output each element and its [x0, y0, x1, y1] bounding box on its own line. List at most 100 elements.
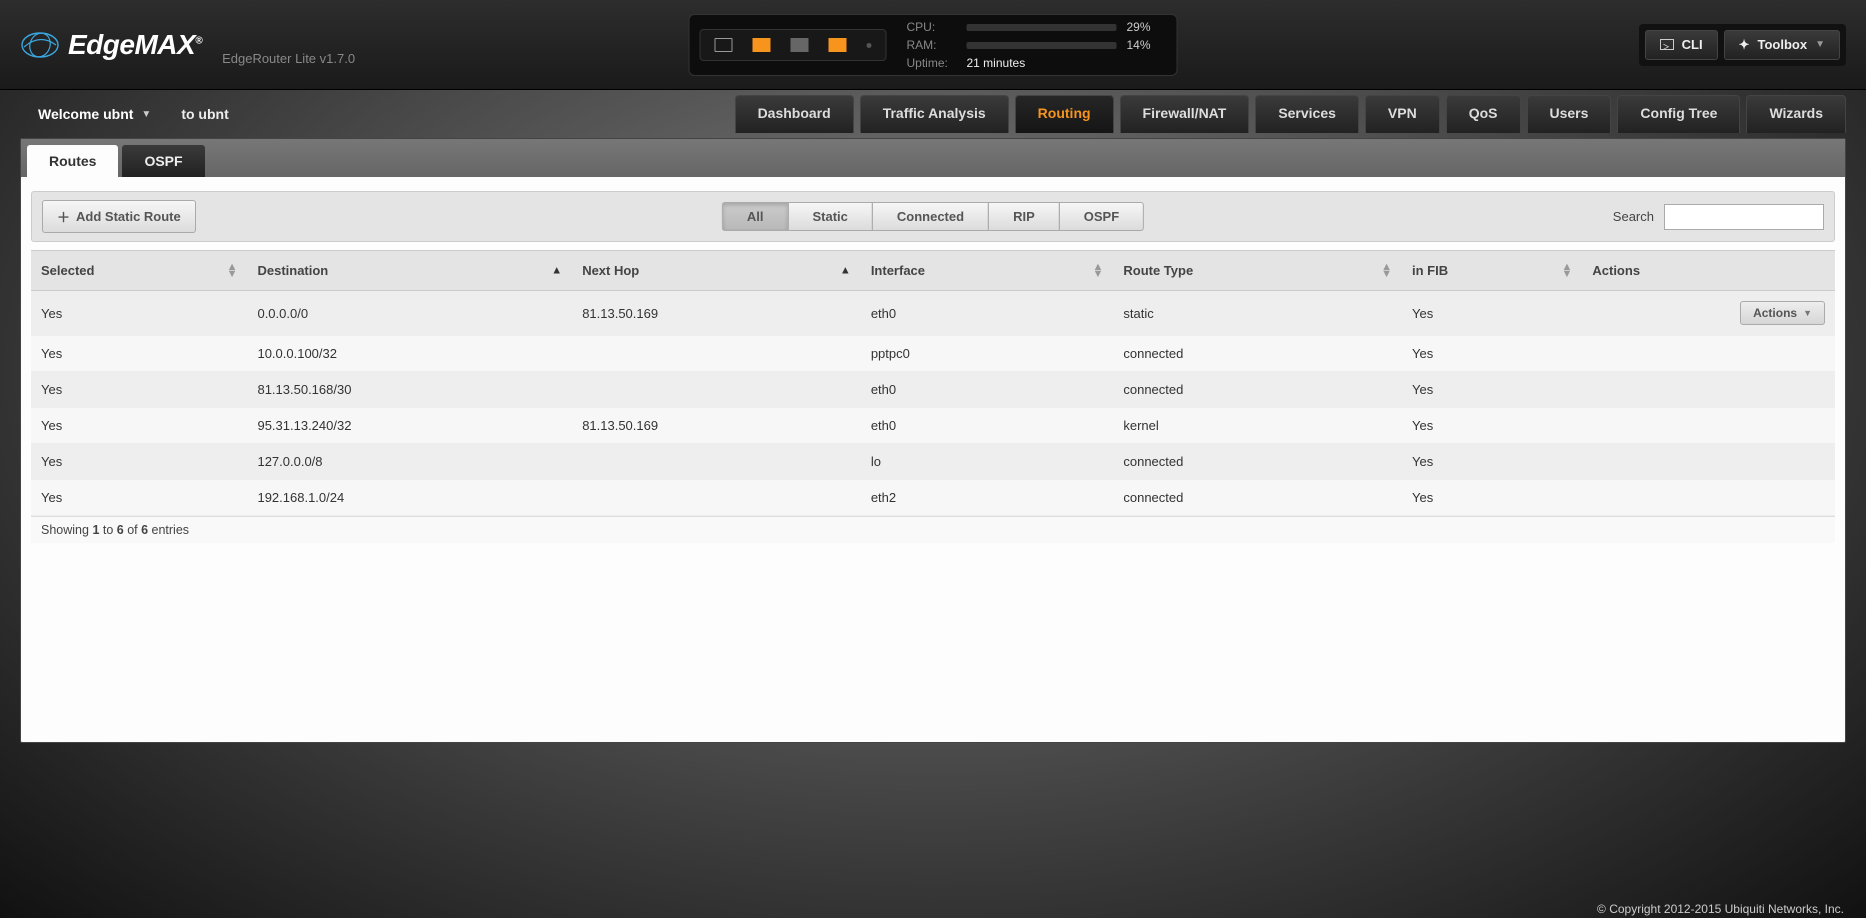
- table-cell-actions: [1582, 444, 1835, 480]
- col-routetype[interactable]: Route Type▲▼: [1113, 251, 1402, 291]
- table-cell: 81.13.50.168/30: [247, 372, 572, 408]
- table-cell: connected: [1113, 372, 1402, 408]
- table-cell: pptpc0: [861, 336, 1114, 372]
- table-cell: Yes: [1402, 372, 1582, 408]
- table-cell: connected: [1113, 444, 1402, 480]
- tab-firewall-nat[interactable]: Firewall/NAT: [1120, 95, 1250, 133]
- status-dot-icon: [867, 43, 872, 48]
- table-cell: Yes: [31, 480, 247, 516]
- filter-rip[interactable]: RIP: [988, 202, 1060, 231]
- terminal-icon: ＞: [1660, 39, 1674, 50]
- table-cell: 95.31.13.240/32: [247, 408, 572, 444]
- globe-icon: [20, 25, 60, 65]
- col-nexthop[interactable]: Next Hop▲: [572, 251, 861, 291]
- table-cell: Yes: [1402, 336, 1582, 372]
- tab-dashboard[interactable]: Dashboard: [735, 95, 854, 133]
- tab-users[interactable]: Users: [1527, 95, 1612, 133]
- eth2-port-icon: [829, 38, 847, 52]
- table-row: Yes95.31.13.240/3281.13.50.169eth0kernel…: [31, 408, 1835, 444]
- table-row: Yes10.0.0.100/32pptpc0connectedYes: [31, 336, 1835, 372]
- table-cell: [572, 444, 861, 480]
- subtab-routes[interactable]: Routes: [27, 145, 118, 177]
- table-row: Yes192.168.1.0/24eth2connectedYes: [31, 480, 1835, 516]
- add-static-route-button[interactable]: ＋ Add Static Route: [42, 200, 196, 233]
- table-cell-actions: [1582, 408, 1835, 444]
- table-cell-actions: [1582, 372, 1835, 408]
- tab-wizards[interactable]: Wizards: [1746, 95, 1846, 133]
- table-cell: 81.13.50.169: [572, 408, 861, 444]
- col-actions: Actions: [1582, 251, 1835, 291]
- system-stats: CPU: 29% RAM: 14% Uptime: 21 minutes: [907, 18, 1167, 72]
- col-selected[interactable]: Selected▲▼: [31, 251, 247, 291]
- uptime-value: 21 minutes: [967, 56, 1026, 70]
- table-cell: eth2: [861, 480, 1114, 516]
- table-cell: [572, 480, 861, 516]
- col-infib[interactable]: in FIB▲▼: [1402, 251, 1582, 291]
- ram-bar: [967, 42, 1117, 49]
- tab-vpn[interactable]: VPN: [1365, 95, 1440, 133]
- console-port-icon: [715, 38, 733, 52]
- table-cell: [572, 372, 861, 408]
- welcome-to: to ubnt: [181, 106, 228, 122]
- filter-static[interactable]: Static: [787, 202, 872, 231]
- col-interface[interactable]: Interface▲▼: [861, 251, 1114, 291]
- table-cell: Yes: [31, 291, 247, 336]
- table-cell: connected: [1113, 480, 1402, 516]
- filter-connected[interactable]: Connected: [872, 202, 989, 231]
- filter-ospf[interactable]: OSPF: [1059, 202, 1144, 231]
- table-cell: lo: [861, 444, 1114, 480]
- table-cell: 192.168.1.0/24: [247, 480, 572, 516]
- filter-all[interactable]: All: [722, 202, 789, 231]
- table-cell-actions: [1582, 480, 1835, 516]
- plus-icon: ＋: [57, 207, 70, 226]
- uptime-label: Uptime:: [907, 56, 957, 70]
- subtab-ospf[interactable]: OSPF: [122, 145, 204, 177]
- tab-traffic-analysis[interactable]: Traffic Analysis: [860, 95, 1009, 133]
- table-cell: static: [1113, 291, 1402, 336]
- table-cell: Yes: [31, 336, 247, 372]
- table-cell: [572, 336, 861, 372]
- table-cell: kernel: [1113, 408, 1402, 444]
- cli-label: CLI: [1682, 37, 1703, 52]
- content-panel: RoutesOSPF ＋ Add Static Route AllStaticC…: [20, 138, 1846, 743]
- app-header: EdgeMAX® EdgeRouter Lite v1.7.0 CPU: 29%…: [0, 0, 1866, 90]
- port-status-box: [700, 29, 887, 61]
- brand-name-a: Edge: [68, 29, 134, 60]
- table-row: Yes81.13.50.168/30eth0connectedYes: [31, 372, 1835, 408]
- cpu-bar: [967, 24, 1117, 31]
- tab-qos[interactable]: QoS: [1446, 95, 1521, 133]
- table-cell: Yes: [31, 408, 247, 444]
- cpu-value: 29%: [1127, 20, 1167, 34]
- main-tabs: DashboardTraffic AnalysisRoutingFirewall…: [735, 95, 1846, 133]
- tab-config-tree[interactable]: Config Tree: [1617, 95, 1740, 133]
- tab-services[interactable]: Services: [1255, 95, 1359, 133]
- brand-logo: EdgeMAX®: [20, 25, 202, 65]
- eth0-port-icon: [753, 38, 771, 52]
- brand-name: EdgeMAX®: [68, 29, 202, 61]
- cli-button[interactable]: ＞ CLI: [1645, 30, 1718, 60]
- route-filter-segment: AllStaticConnectedRIPOSPF: [722, 202, 1144, 231]
- welcome-user-menu[interactable]: Welcome ubnt ▼: [38, 106, 151, 122]
- table-row: Yes127.0.0.0/8loconnectedYes: [31, 444, 1835, 480]
- routes-table: Selected▲▼ Destination▲ Next Hop▲ Interf…: [31, 250, 1835, 516]
- table-cell: 10.0.0.100/32: [247, 336, 572, 372]
- ram-value: 14%: [1127, 38, 1167, 52]
- table-cell: Yes: [31, 372, 247, 408]
- tab-routing[interactable]: Routing: [1015, 95, 1114, 133]
- wrench-icon: ✦: [1739, 37, 1750, 53]
- col-destination[interactable]: Destination▲: [247, 251, 572, 291]
- row-actions-button[interactable]: Actions▼: [1740, 301, 1825, 325]
- search-input[interactable]: [1664, 204, 1824, 230]
- routes-toolbar: ＋ Add Static Route AllStaticConnectedRIP…: [31, 191, 1835, 242]
- eth1-port-icon: [791, 38, 809, 52]
- table-cell: eth0: [861, 372, 1114, 408]
- table-cell-actions: Actions▼: [1582, 291, 1835, 336]
- table-cell: 81.13.50.169: [572, 291, 861, 336]
- toolbox-button[interactable]: ✦ Toolbox ▼: [1724, 30, 1840, 60]
- product-subtitle: EdgeRouter Lite v1.7.0: [222, 51, 355, 66]
- table-cell: Yes: [1402, 408, 1582, 444]
- table-cell: Yes: [1402, 480, 1582, 516]
- ram-label: RAM:: [907, 38, 957, 52]
- table-cell: 127.0.0.0/8: [247, 444, 572, 480]
- table-row: Yes0.0.0.0/081.13.50.169eth0staticYesAct…: [31, 291, 1835, 336]
